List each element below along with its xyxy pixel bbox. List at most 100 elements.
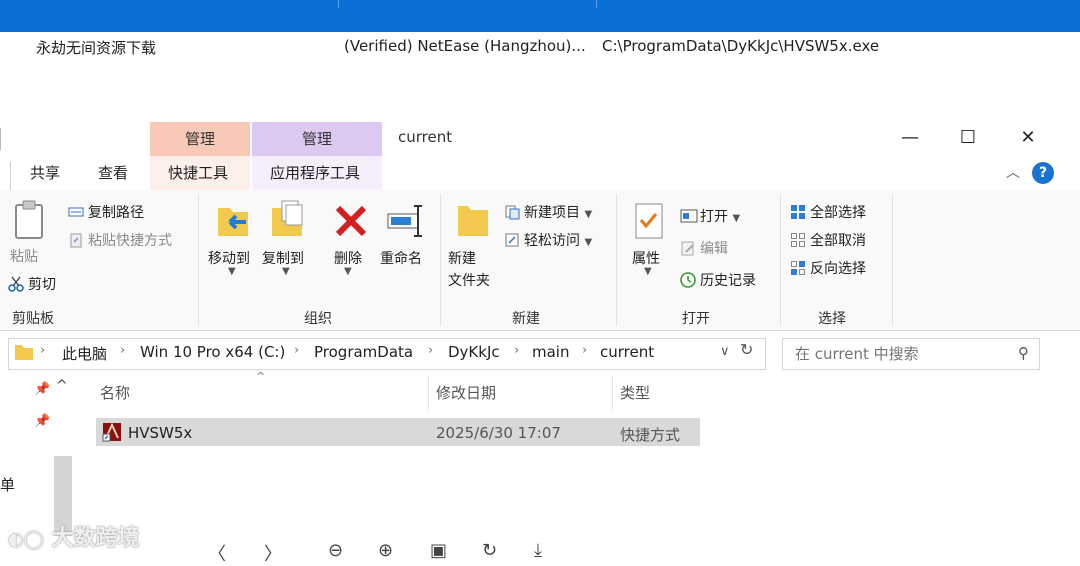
rename-icon[interactable] xyxy=(386,204,426,242)
tab-view[interactable]: 查看 xyxy=(98,162,128,183)
nav-item-label[interactable]: 单 xyxy=(0,474,15,495)
tab-app-tools[interactable]: 应用程序工具 xyxy=(270,162,360,183)
breadcrumb-separator-icon[interactable]: › xyxy=(120,343,125,358)
forward-arrow-icon[interactable]: 〉 xyxy=(264,540,282,566)
collapse-ribbon-icon[interactable]: ︿ xyxy=(1006,162,1020,182)
select-none-button[interactable]: 全部取消 xyxy=(790,230,866,250)
group-label-organize: 组织 xyxy=(304,311,332,327)
autoruns-entry-name: 永劫无间资源下载 xyxy=(36,39,157,57)
delete-button[interactable]: 删除 xyxy=(334,248,362,268)
new-item-dropdown-icon: ▼ xyxy=(584,209,593,220)
close-button[interactable]: ✕ xyxy=(1010,124,1046,152)
autoruns-header-bar xyxy=(0,0,1080,32)
properties-dropdown-icon[interactable]: ▼ xyxy=(644,266,652,277)
breadcrumb-drive-c[interactable]: Win 10 Pro x64 (C:) xyxy=(140,343,285,361)
column-divider[interactable] xyxy=(612,376,613,410)
invert-selection-label: 反向选择 xyxy=(810,261,866,277)
open-button[interactable]: 打开 ▼ xyxy=(680,206,740,226)
pin-icon[interactable]: 📌 xyxy=(34,414,50,429)
help-icon[interactable]: ? xyxy=(1032,162,1054,184)
paste-button[interactable]: 粘贴 xyxy=(10,246,38,266)
history-icon xyxy=(680,272,696,288)
pin-icon[interactable]: 📌 xyxy=(34,382,50,397)
autoruns-image-path: C:\ProgramData\DyKkJc\HVSW5x.exe xyxy=(602,37,880,55)
refresh-icon[interactable]: ↻ xyxy=(740,340,753,359)
paste-icon[interactable] xyxy=(14,200,44,244)
address-history-dropdown-icon[interactable]: ∨ xyxy=(720,344,730,359)
cut-button[interactable]: 剪切 xyxy=(8,274,56,294)
paste-shortcut-button[interactable]: 粘贴快捷方式 xyxy=(68,230,172,250)
invert-selection-icon xyxy=(790,260,806,276)
breadcrumb-dykkjc[interactable]: DyKkJc xyxy=(448,343,500,361)
properties-icon[interactable] xyxy=(634,202,664,244)
move-to-dropdown-icon[interactable]: ▼ xyxy=(228,266,236,277)
select-all-label: 全部选择 xyxy=(810,205,866,221)
breadcrumb-main[interactable]: main xyxy=(532,343,569,361)
paste-shortcut-label: 粘贴快捷方式 xyxy=(88,233,172,249)
breadcrumb-current[interactable]: current xyxy=(600,343,654,361)
move-to-button[interactable]: 移动到 xyxy=(208,248,250,268)
breadcrumb-separator-icon[interactable]: › xyxy=(428,343,433,358)
maximize-button[interactable]: ☐ xyxy=(950,124,986,152)
history-button[interactable]: 历史记录 xyxy=(680,270,756,290)
autoruns-entry-row[interactable]: 永劫无间资源下载 (Verified) NetEase (Hangzhou)..… xyxy=(0,32,1080,60)
copy-path-icon xyxy=(68,204,84,220)
open-label: 打开 xyxy=(700,209,728,225)
window-left-edge xyxy=(0,128,5,150)
new-folder-icon[interactable] xyxy=(456,202,490,242)
file-modified: 2025/6/30 17:07 xyxy=(436,424,561,442)
breadcrumb-programdata[interactable]: ProgramData xyxy=(314,343,413,361)
edit-label: 编辑 xyxy=(700,241,728,257)
cut-label: 剪切 xyxy=(28,277,56,293)
select-all-button[interactable]: 全部选择 xyxy=(790,202,866,222)
tab-share[interactable]: 共享 xyxy=(30,162,60,183)
breadcrumb-separator-icon[interactable]: › xyxy=(294,343,299,358)
rename-button[interactable]: 重命名 xyxy=(380,248,422,268)
delete-dropdown-icon[interactable]: ▼ xyxy=(344,266,352,277)
select-all-icon xyxy=(790,204,806,220)
minimize-button[interactable]: — xyxy=(892,124,928,152)
invert-selection-button[interactable]: 反向选择 xyxy=(790,258,866,278)
copy-to-icon[interactable] xyxy=(270,200,304,242)
explorer-window: 管理 管理 current — ☐ ✕ 共享 查看 快捷工具 应用程序工具 ︿ … xyxy=(0,122,1080,558)
breadcrumb-separator-icon[interactable]: › xyxy=(40,343,45,358)
nav-collapse-chevron-icon[interactable]: ^ xyxy=(56,378,68,394)
properties-button[interactable]: 属性 xyxy=(632,248,660,268)
back-arrow-icon[interactable]: 〈 xyxy=(208,540,226,566)
easy-access-button[interactable]: 轻松访问 ▼ xyxy=(504,230,592,250)
breadcrumb-separator-icon[interactable]: › xyxy=(514,343,519,358)
delete-icon[interactable] xyxy=(334,204,368,242)
search-icon[interactable]: ⚲ xyxy=(1018,344,1029,362)
tab-shortcut-tools[interactable]: 快捷工具 xyxy=(168,162,228,183)
search-input[interactable] xyxy=(793,339,1007,369)
move-to-icon[interactable] xyxy=(216,202,250,242)
copy-path-button[interactable]: 复制路径 xyxy=(68,202,144,222)
ribbon-divider xyxy=(892,194,893,326)
watermark: ◐◯ 大数跨境 xyxy=(8,520,140,552)
file-type: 快捷方式 xyxy=(620,426,681,444)
breadcrumb-this-pc[interactable]: 此电脑 xyxy=(62,343,107,364)
column-header-type[interactable]: 类型 xyxy=(620,382,650,403)
column-header-name[interactable]: 名称 xyxy=(100,382,130,403)
sort-ascending-icon: ^ xyxy=(256,370,266,383)
context-tab-manage-app[interactable]: 管理 xyxy=(252,122,382,156)
history-label: 历史记录 xyxy=(700,273,756,289)
copy-to-button[interactable]: 复制到 xyxy=(262,248,304,268)
new-folder-button[interactable]: 新建 文件夹 xyxy=(448,248,490,292)
copy-to-dropdown-icon[interactable]: ▼ xyxy=(282,266,290,277)
tab-divider xyxy=(10,162,11,190)
search-box[interactable]: ⚲ xyxy=(782,338,1040,370)
select-none-label: 全部取消 xyxy=(810,233,866,249)
column-header-modified[interactable]: 修改日期 xyxy=(436,382,496,403)
easy-access-label: 轻松访问 xyxy=(524,233,580,249)
watermark-text: 大数跨境 xyxy=(51,526,140,551)
edit-button[interactable]: 编辑 xyxy=(680,238,728,258)
context-tab-manage-shortcut[interactable]: 管理 xyxy=(150,122,250,156)
column-divider[interactable] xyxy=(428,376,429,410)
new-item-button[interactable]: 新建项目 ▼ xyxy=(504,202,592,222)
breadcrumb-separator-icon[interactable]: › xyxy=(582,343,587,358)
file-name: HVSW5x xyxy=(128,424,193,442)
group-label-new: 新建 xyxy=(512,311,540,327)
group-label-open: 打开 xyxy=(682,311,710,327)
open-dropdown-icon: ▼ xyxy=(732,213,741,224)
